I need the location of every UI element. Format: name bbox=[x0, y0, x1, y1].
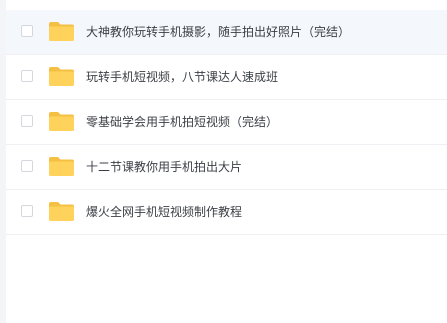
file-name[interactable]: 十二节课教你用手机拍出大片 bbox=[86, 159, 242, 175]
folder-icon bbox=[49, 157, 74, 176]
folder-icon bbox=[49, 112, 74, 131]
file-name[interactable]: 大神教你玩转手机摄影，随手拍出好照片（完结） bbox=[86, 24, 350, 40]
file-row[interactable]: 玩转手机短视频，八节课达人速成班 bbox=[6, 55, 447, 100]
file-row[interactable]: 爆火全网手机短视频制作教程 bbox=[6, 190, 447, 235]
file-browser-page: 大神教你玩转手机摄影，随手拍出好照片（完结） 玩转手机短视频，八节课达人速成班 … bbox=[0, 0, 447, 323]
file-row[interactable]: 十二节课教你用手机拍出大片 bbox=[6, 145, 447, 190]
row-checkbox[interactable] bbox=[21, 115, 33, 127]
folder-icon bbox=[49, 22, 74, 41]
file-row[interactable]: 零基础学会用手机拍短视频（完结） bbox=[6, 100, 447, 145]
folder-icon bbox=[49, 67, 74, 86]
file-name[interactable]: 零基础学会用手机拍短视频（完结） bbox=[86, 114, 278, 130]
row-checkbox[interactable] bbox=[21, 160, 33, 172]
row-checkbox[interactable] bbox=[21, 25, 33, 37]
row-checkbox[interactable] bbox=[21, 70, 33, 82]
row-checkbox[interactable] bbox=[21, 205, 33, 217]
file-list: 大神教你玩转手机摄影，随手拍出好照片（完结） 玩转手机短视频，八节课达人速成班 … bbox=[6, 10, 447, 235]
file-name[interactable]: 爆火全网手机短视频制作教程 bbox=[86, 204, 242, 220]
file-row[interactable]: 大神教你玩转手机摄影，随手拍出好照片（完结） bbox=[6, 10, 447, 55]
file-name[interactable]: 玩转手机短视频，八节课达人速成班 bbox=[86, 69, 278, 85]
folder-icon bbox=[49, 202, 74, 221]
